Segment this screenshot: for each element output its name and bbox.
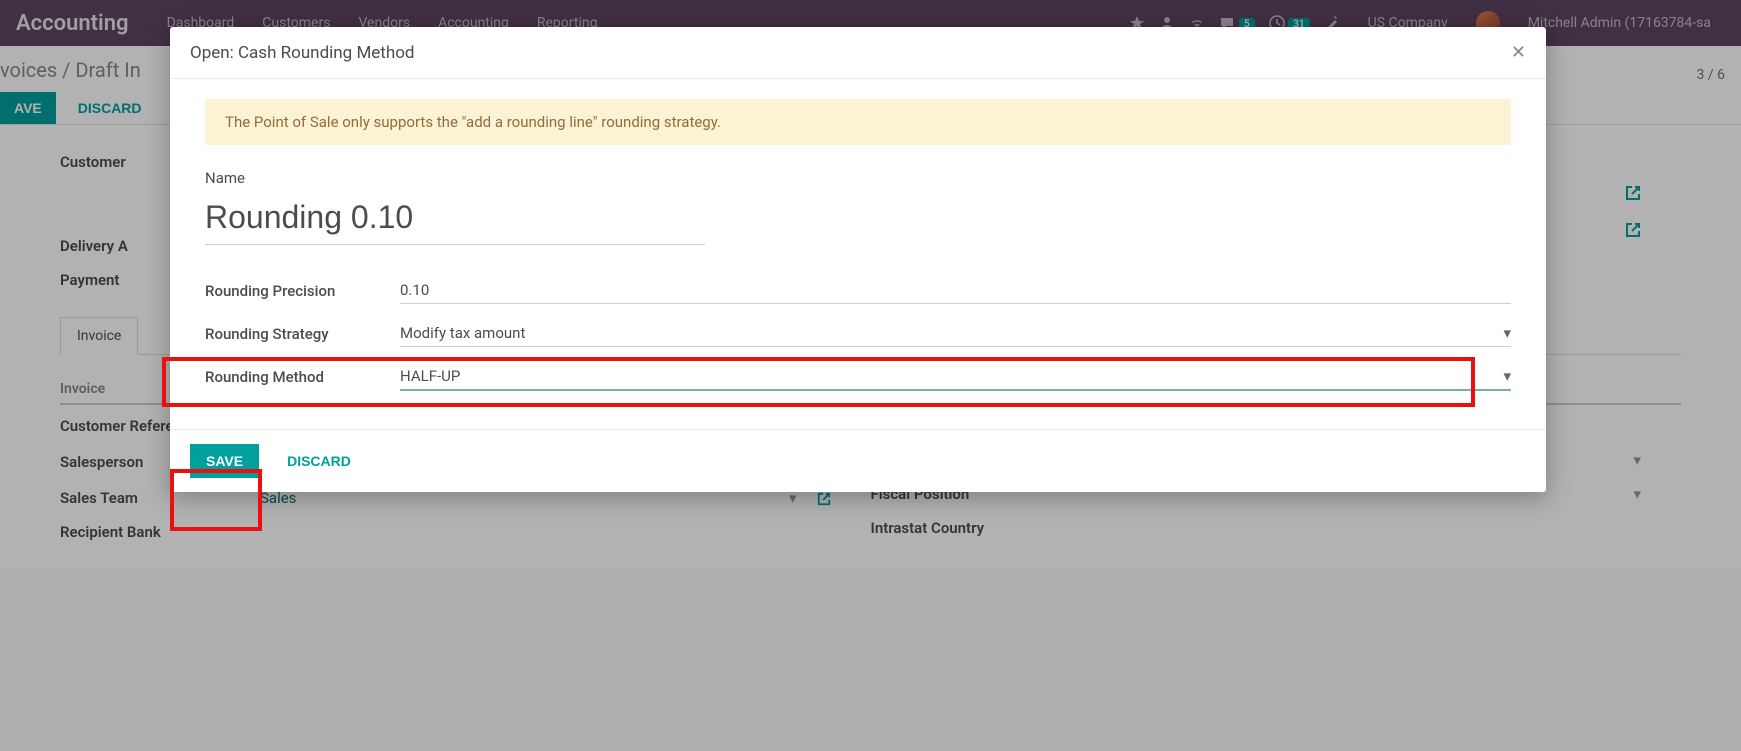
precision-input[interactable]: 0.10 [400, 277, 1511, 304]
modal-save-button[interactable]: SAVE [190, 444, 259, 478]
name-label: Name [205, 169, 1511, 187]
modal-discard-button[interactable]: DISCARD [271, 444, 367, 478]
close-icon[interactable]: ✕ [1511, 42, 1526, 63]
cash-rounding-modal: Open: Cash Rounding Method ✕ The Point o… [170, 27, 1546, 492]
modal-header: Open: Cash Rounding Method ✕ [170, 27, 1546, 79]
modal-body: The Point of Sale only supports the "add… [170, 79, 1546, 429]
strategy-select[interactable]: Modify tax amount ▾ [400, 320, 1511, 347]
modal-footer: SAVE DISCARD [170, 429, 1546, 492]
modal-title: Open: Cash Rounding Method [190, 43, 415, 63]
name-input[interactable] [205, 195, 705, 245]
warning-alert: The Point of Sale only supports the "add… [205, 99, 1511, 145]
chevron-down-icon: ▾ [1503, 324, 1511, 342]
method-select[interactable]: HALF-UP ▾ [400, 363, 1511, 391]
precision-label: Rounding Precision [205, 282, 400, 300]
chevron-down-icon: ▾ [1503, 367, 1511, 385]
strategy-label: Rounding Strategy [205, 325, 400, 343]
method-label: Rounding Method [205, 368, 400, 386]
